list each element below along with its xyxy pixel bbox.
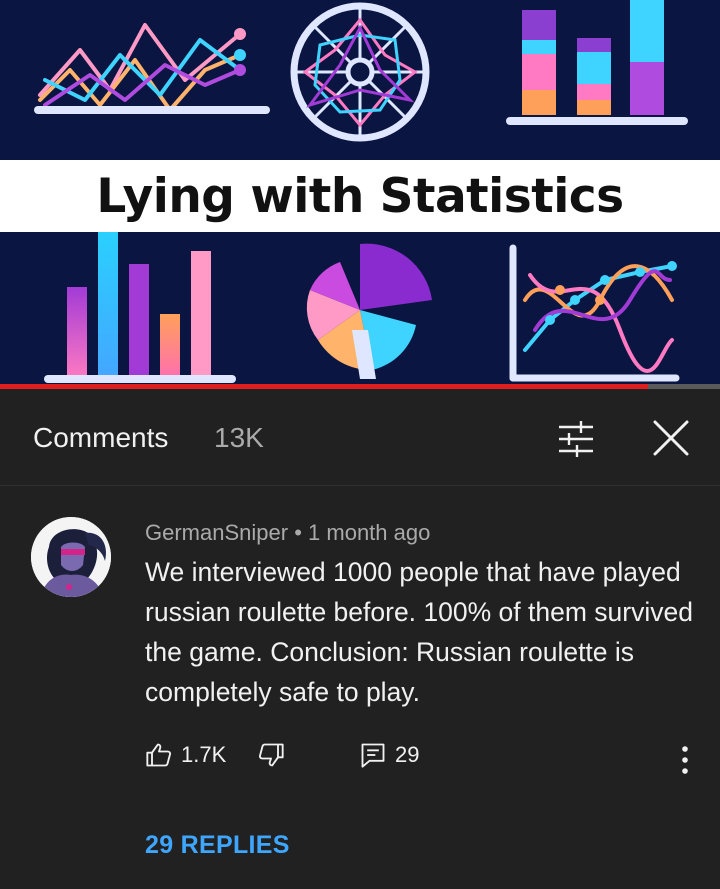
- comment-actions: 1.7K 29: [145, 741, 705, 781]
- sort-filter-button[interactable]: [555, 419, 597, 459]
- comment-meta: GermanSniper • 1 month ago: [145, 520, 430, 546]
- comment-time: 1 month ago: [308, 520, 431, 545]
- line-chart-icon: [34, 23, 270, 114]
- comment-author[interactable]: GermanSniper: [145, 520, 288, 545]
- pie-chart-icon: [306, 243, 432, 379]
- thumb-up-icon: [146, 743, 172, 767]
- thumbnail-title-banner: Lying with Statistics: [0, 160, 720, 232]
- avatar-image: [31, 517, 111, 597]
- close-comments-button[interactable]: [650, 417, 692, 459]
- close-icon: [653, 420, 689, 456]
- bar-chart-icon: [44, 232, 236, 383]
- video-thumbnail[interactable]: Lying with Statistics: [0, 0, 720, 384]
- reply-button[interactable]: 29: [359, 741, 419, 769]
- like-count: 1.7K: [181, 742, 227, 767]
- comment-thread: GermanSniper • 1 month ago We interviewe…: [0, 486, 720, 889]
- meta-separator: •: [294, 520, 302, 545]
- comments-header: Comments 13K: [0, 389, 720, 486]
- comments-count: 13K: [214, 422, 264, 453]
- thumbnail-title: Lying with Statistics: [96, 168, 624, 224]
- thumb-down-icon: [258, 743, 284, 767]
- more-options-button[interactable]: [675, 743, 695, 777]
- dislike-button[interactable]: [257, 741, 285, 769]
- comment-text: We interviewed 1000 people that have pla…: [145, 557, 693, 707]
- avatar[interactable]: [31, 517, 111, 597]
- vertical-dots-icon: [682, 746, 688, 774]
- reply-count: 29: [395, 742, 420, 767]
- radar-chart-icon: [290, 2, 430, 142]
- view-replies-button[interactable]: 29 REPLIES: [145, 831, 290, 860]
- comment-bubble-icon: [361, 743, 385, 768]
- scatter-line-icon: [509, 244, 680, 382]
- stacked-bar-icon: [506, 0, 688, 125]
- comments-title: Comments: [33, 422, 169, 453]
- like-button[interactable]: 1.7K: [145, 741, 226, 769]
- sliders-icon: [559, 421, 593, 457]
